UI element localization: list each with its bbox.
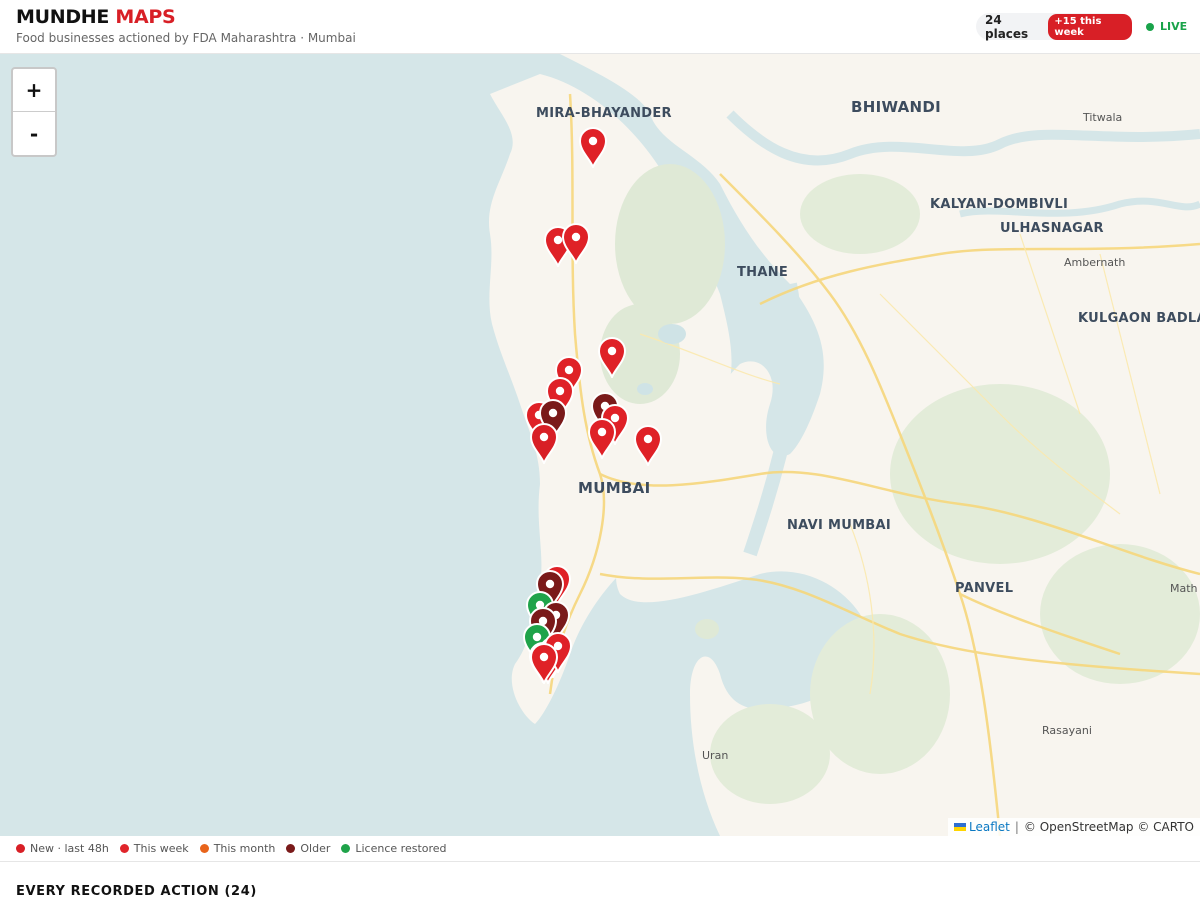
map-legend: New · last 48h This week This month Olde… — [0, 836, 1200, 862]
place-label-kulgaon: KULGAON BADLAP — [1078, 311, 1200, 326]
place-label-bhiwandi: BHIWANDI — [851, 98, 942, 116]
legend-item-this-week: This week — [119, 842, 189, 855]
brand-logo[interactable]: MUNDHE MAPS — [16, 6, 176, 28]
places-count-pill: 24 places +15 this week — [976, 12, 1132, 41]
legend-dot-icon — [199, 844, 209, 853]
legend-label: This week — [133, 842, 189, 855]
map-attribution: Leaflet | © OpenStreetMap © CARTO — [947, 818, 1200, 836]
legend-item-older: Older — [286, 842, 330, 855]
place-label-mumbai: MUMBAI — [578, 479, 651, 497]
place-label-ambernath: Ambernath — [1064, 256, 1126, 269]
page-subtitle: Food businesses actioned by FDA Maharash… — [16, 31, 356, 45]
brand-part2: MAPS — [115, 6, 176, 28]
map-pin-icon — [587, 418, 617, 461]
app-header: MUNDHE MAPS Food businesses actioned by … — [0, 0, 1200, 54]
map-marker-new[interactable] — [529, 422, 559, 466]
place-label-thane: THANE — [737, 265, 789, 280]
map-marker-this-week[interactable] — [578, 126, 608, 170]
legend-label: Licence restored — [355, 842, 447, 855]
leaflet-link[interactable]: Leaflet — [969, 820, 1010, 834]
place-label-mira: MIRA-BHAYANDER — [536, 106, 672, 121]
legend-label: This month — [213, 842, 276, 855]
map-marker-this-week[interactable] — [561, 222, 591, 266]
map-pin-icon — [597, 337, 627, 380]
place-label-rasayani: Rasayani — [1042, 724, 1092, 737]
place-label-panvel: PANVEL — [955, 581, 1014, 596]
map-view[interactable]: + - MIRA-BHAYANDER BHIWANDI Titwala KALYAN-… — [0, 54, 1200, 836]
legend-dot-icon — [16, 844, 25, 853]
zoom-out-button[interactable]: - — [13, 112, 55, 155]
place-label-titwala: Titwala — [1083, 111, 1123, 124]
place-label-math: Math — [1170, 582, 1198, 595]
legend-label: Older — [300, 842, 331, 855]
legend-item-this-month: This month — [199, 842, 276, 855]
place-label-navi: NAVI MUMBAI — [787, 518, 892, 533]
place-label-uran: Uran — [702, 749, 729, 762]
map-pin-icon — [578, 127, 608, 170]
legend-item-new: New · last 48h — [16, 842, 109, 855]
map-pin-icon — [633, 425, 663, 468]
attribution-credits: © OpenStreetMap © CARTO — [1023, 820, 1194, 834]
legend-label: New · last 48h — [30, 842, 109, 855]
map-pin-icon — [529, 423, 559, 466]
legend-dot-icon — [119, 844, 129, 853]
legend-item-restored: Licence restored — [341, 842, 447, 855]
map-marker-this-week[interactable] — [529, 642, 559, 686]
live-dot-icon — [1146, 22, 1154, 31]
ukraine-flag-icon — [953, 823, 966, 831]
map-marker-this-week[interactable] — [587, 417, 617, 461]
map-marker-this-week[interactable] — [633, 424, 663, 468]
zoom-control: + - — [11, 67, 57, 157]
place-label-ulhas: ULHASNAGAR — [1000, 221, 1104, 236]
brand-part1: MUNDHE — [16, 6, 110, 28]
attribution-separator: | — [1014, 820, 1019, 834]
place-label-kalyan: KALYAN-DOMBIVLI — [930, 197, 1069, 212]
live-label: LIVE — [1160, 20, 1188, 33]
map-pin-icon — [529, 643, 559, 686]
week-badge: +15 this week — [1048, 13, 1132, 40]
map-marker-this-week[interactable] — [597, 336, 627, 380]
map-pin-icon — [561, 223, 591, 266]
live-indicator: LIVE — [1146, 20, 1187, 33]
legend-dot-icon — [286, 844, 296, 853]
legend-dot-icon — [341, 844, 351, 853]
places-count: 24 places — [985, 12, 1029, 41]
actions-section-title: EVERY RECORDED ACTION (24) — [16, 884, 257, 899]
zoom-in-button[interactable]: + — [13, 69, 55, 112]
